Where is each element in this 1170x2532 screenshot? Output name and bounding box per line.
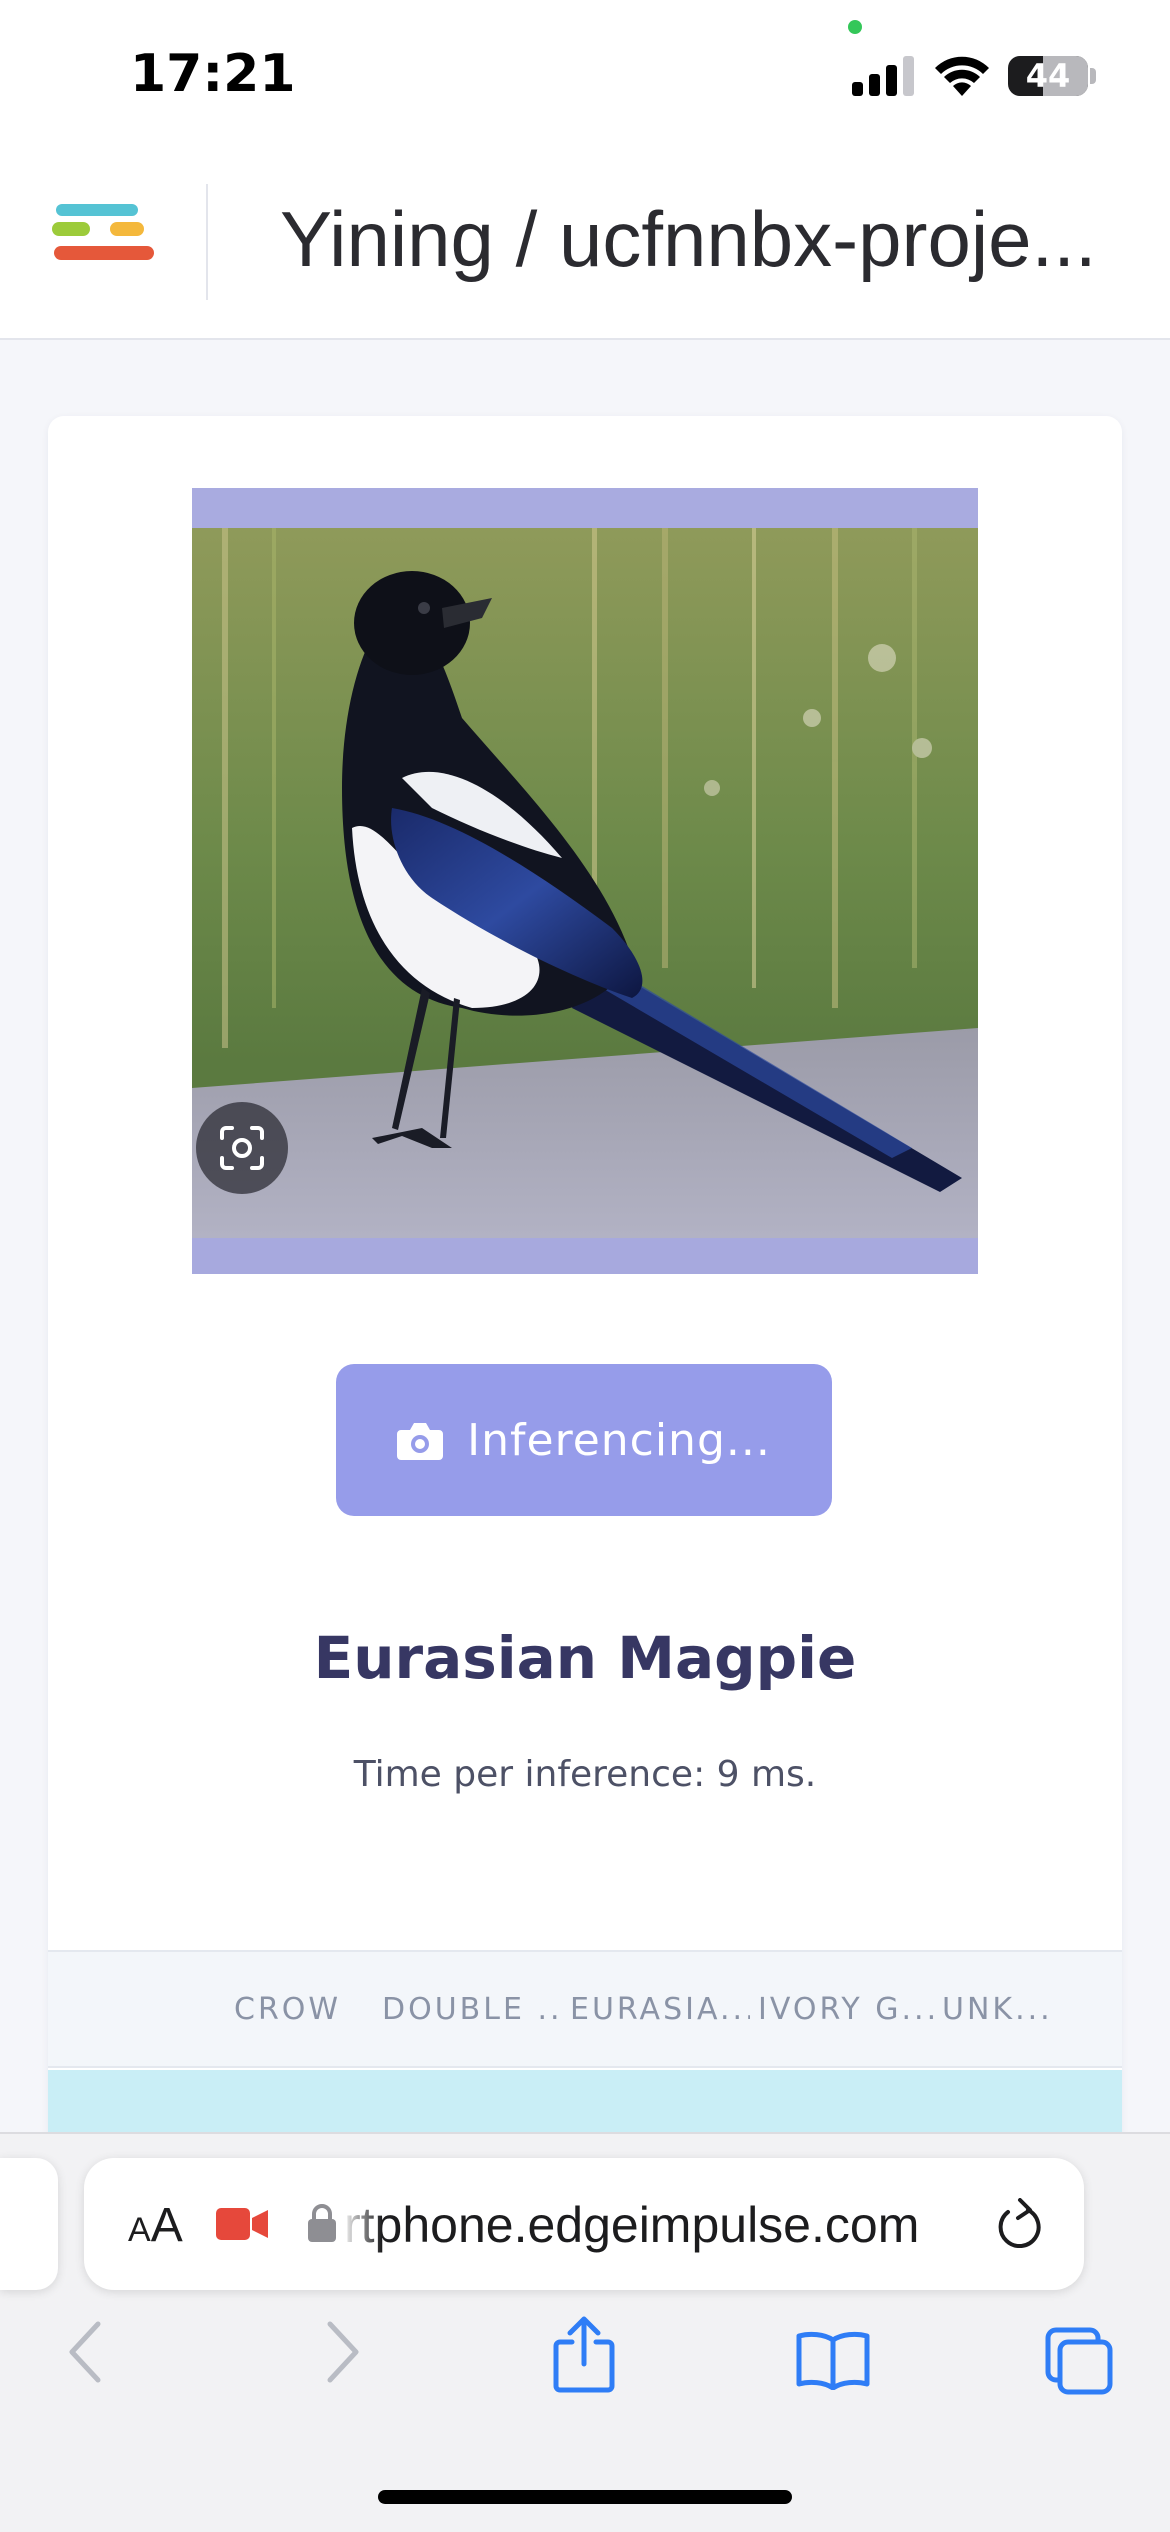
- battery-icon: 44: [1008, 56, 1088, 96]
- video-icon[interactable]: [216, 2206, 268, 2242]
- header-divider: [206, 184, 208, 300]
- prediction-label: Eurasian Magpie: [313, 1624, 857, 1692]
- edge-impulse-logo-icon[interactable]: [52, 202, 156, 274]
- wifi-icon: [935, 56, 989, 96]
- address-bar[interactable]: AA rtphone.edgeimpulse.com: [84, 2158, 1084, 2290]
- status-time: 17:21: [130, 44, 296, 104]
- app-header: Yining / ucfnnbx-proje...: [0, 150, 1170, 340]
- classifier-card: Inferencing... Eurasian Magpie Time per …: [48, 416, 1122, 2156]
- inference-button[interactable]: Inferencing...: [336, 1364, 832, 1516]
- inference-button-label: Inferencing...: [467, 1414, 771, 1466]
- camera-preview: [192, 488, 978, 1274]
- reload-icon[interactable]: [994, 2198, 1044, 2252]
- status-bar: 17:21 44: [0, 0, 1170, 150]
- bookmarks-icon[interactable]: [796, 2330, 870, 2390]
- camera-feed-image: [192, 488, 978, 1274]
- tabs-icon[interactable]: [1044, 2326, 1114, 2396]
- class-column-header: CROW: [234, 1992, 342, 2027]
- url-fade: [342, 2188, 382, 2260]
- camera-in-use-indicator: [848, 20, 862, 34]
- class-header-row: CROW DOUBLE ... EURASIA... IVORY G... UN…: [48, 1950, 1122, 2068]
- url-text[interactable]: rtphone.edgeimpulse.com: [344, 2196, 1004, 2254]
- reader-label-small: A: [128, 2211, 151, 2249]
- class-column-header: DOUBLE ...: [382, 1992, 562, 2027]
- lock-icon: [308, 2204, 336, 2242]
- share-icon[interactable]: [552, 2316, 616, 2394]
- back-icon[interactable]: [66, 2320, 106, 2384]
- project-title[interactable]: Yining / ucfnnbx-proje...: [280, 194, 1120, 285]
- reader-label-large: A: [150, 2199, 183, 2252]
- class-column-header: UNK...: [942, 1992, 1052, 2027]
- home-indicator[interactable]: [378, 2490, 792, 2504]
- battery-tip: [1090, 68, 1096, 84]
- camera-icon: [397, 1423, 444, 1460]
- time-per-inference: Time per inference: 9 ms.: [353, 1754, 817, 1795]
- signal-icon: [852, 56, 914, 96]
- previous-tab-card[interactable]: [0, 2158, 58, 2290]
- scan-glyph: [220, 1126, 264, 1170]
- forward-icon[interactable]: [322, 2320, 362, 2384]
- class-column-header: IVORY G...: [758, 1992, 938, 2027]
- scan-icon[interactable]: [196, 1102, 288, 1194]
- battery-level: 44: [1025, 57, 1071, 95]
- reader-options-button[interactable]: AA: [128, 2198, 183, 2253]
- class-column-header: EURASIA...: [570, 1992, 750, 2027]
